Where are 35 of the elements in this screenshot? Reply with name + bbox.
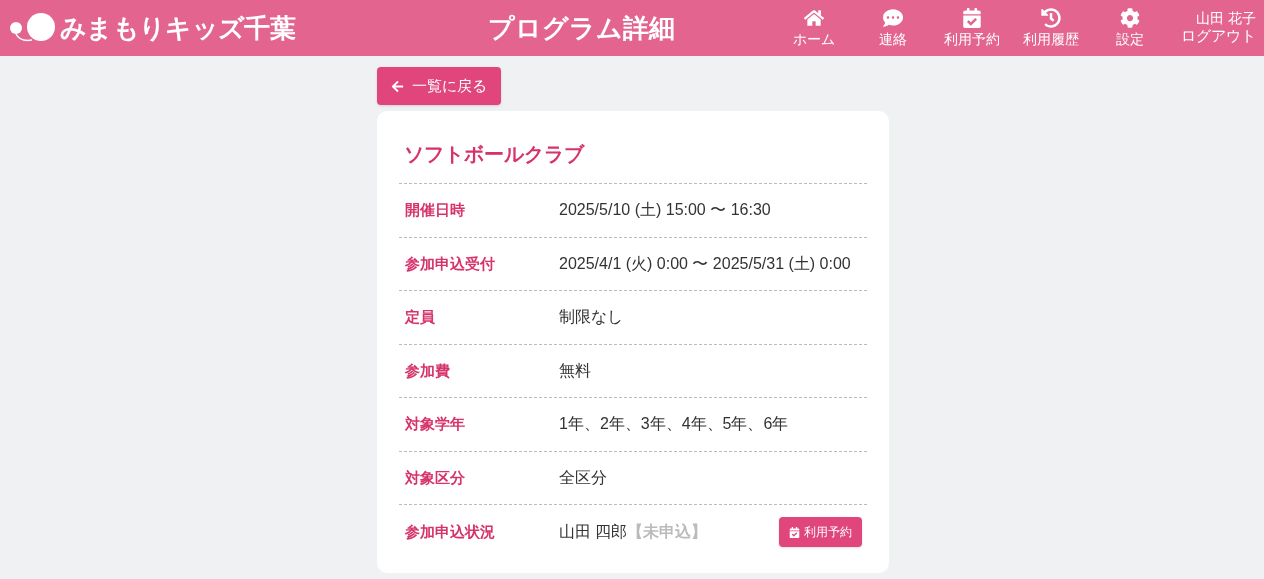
reserve-button[interactable]: 利用予約	[779, 517, 862, 547]
nav-link[interactable]: 利用予約	[932, 7, 1011, 49]
chat-icon	[882, 7, 903, 28]
nav-link[interactable]: 設定	[1090, 7, 1169, 49]
app-logo[interactable]: みまもりキッズ千葉	[60, 8, 296, 48]
field-value: 2025/4/1 (火) 0:00 〜 2025/5/31 (土) 0:00	[559, 253, 851, 274]
logout-link[interactable]: ログアウト	[1181, 27, 1256, 47]
back-arrow-icon	[391, 79, 404, 93]
calendar-icon	[789, 526, 800, 538]
home-icon	[803, 7, 824, 28]
field-label: 参加申込受付	[405, 253, 496, 274]
field-value: 全区分	[559, 467, 607, 488]
field-label: 開催日時	[405, 200, 466, 220]
field-value: 1年、2年、3年、4年、5年、6年	[559, 414, 789, 435]
field-label: 定員	[405, 307, 436, 327]
field-label: 対象区分	[405, 467, 466, 488]
field-label: 対象学年	[405, 414, 466, 434]
history-icon	[1040, 7, 1061, 28]
field-value: 制限なし	[559, 307, 623, 328]
settings-icon	[1119, 7, 1140, 28]
user-name: 山田 花子	[1196, 9, 1256, 28]
page-title: プログラム詳細	[488, 11, 676, 45]
nav-link[interactable]: 連絡	[853, 7, 932, 49]
mascot-icon	[8, 12, 56, 44]
back-button[interactable]: 一覧に戻る	[377, 67, 501, 105]
child-name: 山田 四郎	[559, 522, 628, 542]
nav-link[interactable]: 利用履歴	[1011, 7, 1090, 49]
calendar-icon	[961, 7, 982, 28]
nav-link[interactable]: ホーム	[774, 7, 853, 49]
field-label: 参加申込状況	[405, 521, 496, 542]
application-status: 【未申込】	[627, 522, 708, 542]
field-label: 参加費	[405, 360, 451, 381]
field-value: 2025/5/10 (土) 15:00 〜 16:30	[559, 200, 771, 221]
program-title: ソフトボールクラブ	[399, 139, 867, 184]
field-value: 無料	[559, 360, 591, 381]
